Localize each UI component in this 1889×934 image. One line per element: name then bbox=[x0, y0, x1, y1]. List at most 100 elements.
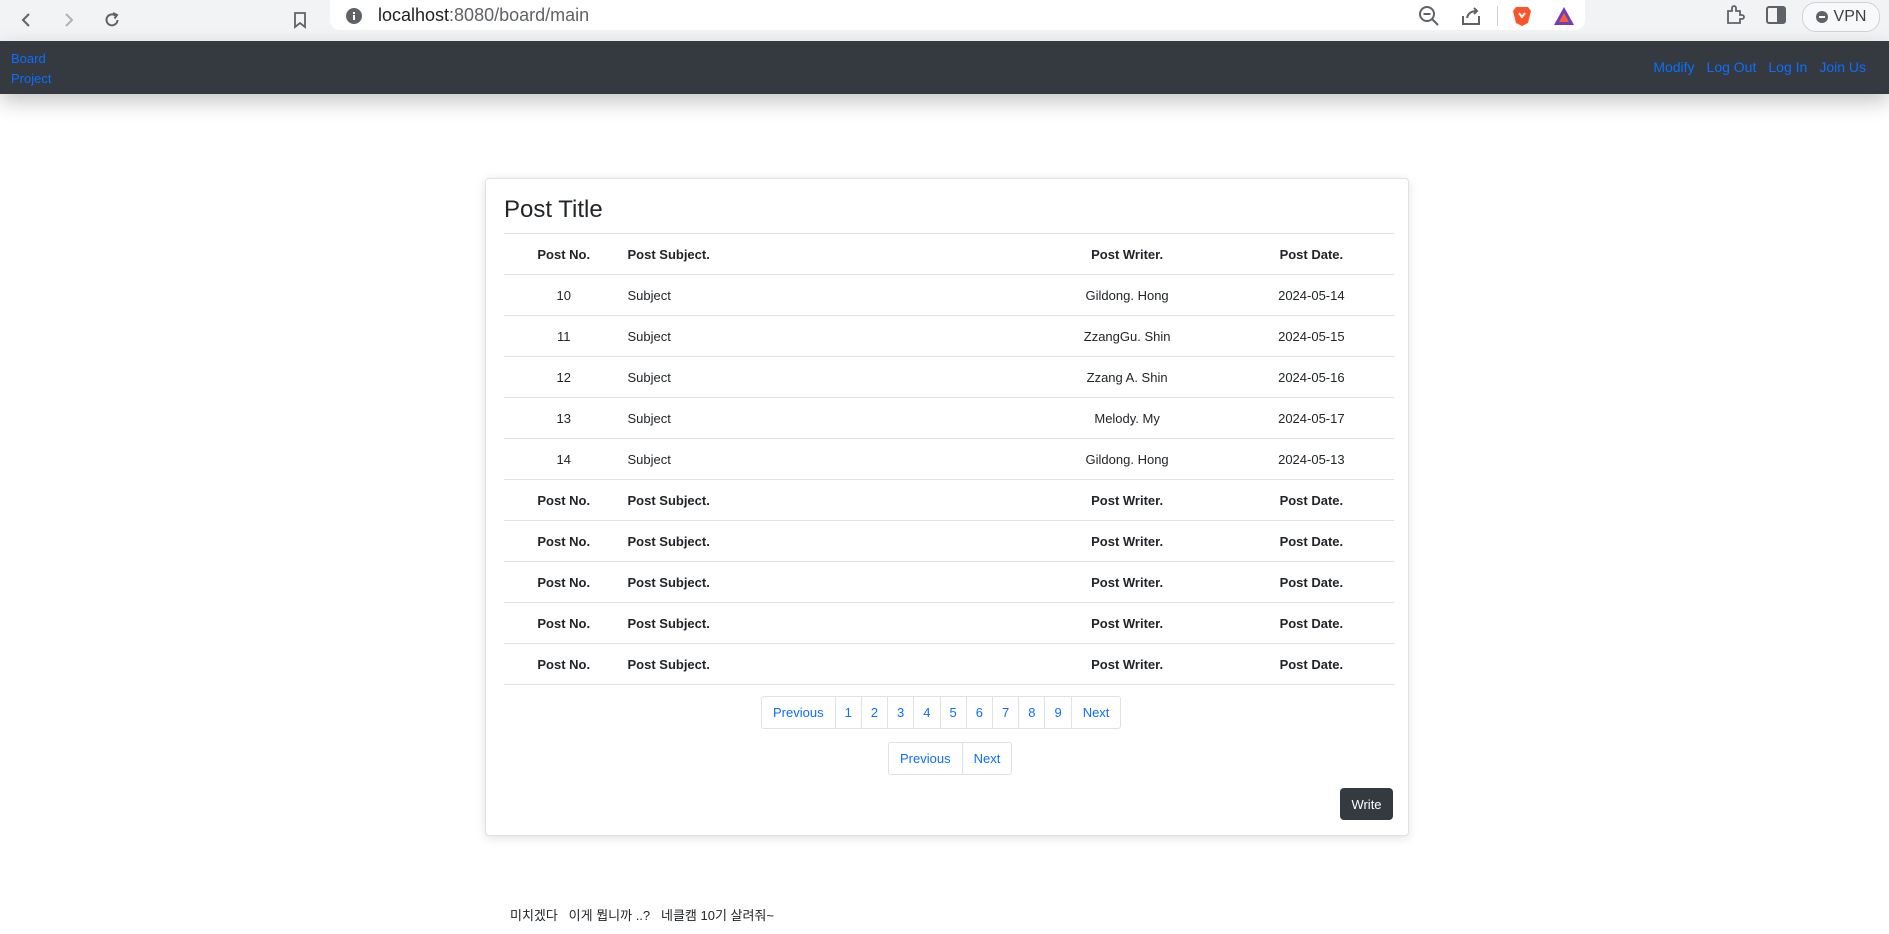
post-date: 2024-05-15 bbox=[1228, 315, 1394, 357]
footer-text: 미치겠다 이게 뭡니까 ..? 네클캠 10기 살려줘~ bbox=[510, 908, 774, 923]
column-header-no: Post No. bbox=[504, 233, 624, 275]
page-link-2[interactable]: 2 bbox=[860, 696, 889, 729]
pagination-next[interactable]: Next bbox=[1070, 696, 1122, 729]
pagination-previous[interactable]: Previous bbox=[761, 696, 836, 729]
repeated-header-writer: Post Writer. bbox=[1025, 561, 1229, 603]
pagination-simple-previous[interactable]: Previous bbox=[888, 742, 963, 775]
post-date: 2024-05-13 bbox=[1228, 438, 1394, 480]
repeated-header-subject: Post Subject. bbox=[623, 643, 1026, 685]
url-path: :8080/board/main bbox=[449, 5, 590, 25]
pagination: Previous 1 2 3 4 5 6 7 8 9 Next bbox=[761, 696, 1122, 729]
column-header-subject: Post Subject. bbox=[623, 233, 1026, 275]
pagination-simple: Previous Next bbox=[888, 742, 1013, 775]
browser-toolbar: localhost:8080/board/main VPN bbox=[0, 0, 1889, 41]
brand-line-2: Project bbox=[11, 71, 52, 86]
repeated-header-row: Post No. Post Subject. Post Writer. Post… bbox=[504, 643, 1394, 685]
repeated-header-no: Post No. bbox=[504, 479, 624, 521]
vpn-label: VPN bbox=[1833, 8, 1867, 25]
post-writer: Gildong. Hong bbox=[1025, 274, 1229, 316]
site-info-icon[interactable] bbox=[342, 4, 366, 28]
page-title: Post Title bbox=[504, 196, 603, 223]
table-header-row: Post No. Post Subject. Post Writer. Post… bbox=[504, 233, 1394, 275]
post-writer: Zzang A. Shin bbox=[1025, 356, 1229, 398]
nav-link-logout[interactable]: Log Out bbox=[1707, 59, 1757, 75]
post-subject[interactable]: Subject bbox=[623, 397, 1026, 439]
nav-link-modify[interactable]: Modify bbox=[1653, 59, 1694, 75]
page-link-9[interactable]: 9 bbox=[1044, 696, 1072, 729]
table-row[interactable]: 12 Subject Zzang A. Shin 2024-05-16 bbox=[504, 356, 1394, 398]
repeated-header-writer: Post Writer. bbox=[1025, 520, 1229, 562]
repeated-header-subject: Post Subject. bbox=[623, 561, 1026, 603]
address-bar[interactable]: localhost:8080/board/main bbox=[330, 0, 1585, 30]
back-icon[interactable] bbox=[12, 6, 40, 34]
post-no: 10 bbox=[504, 274, 624, 316]
table-row[interactable]: 13 Subject Melody. My 2024-05-17 bbox=[504, 397, 1394, 439]
post-no: 14 bbox=[504, 438, 624, 480]
repeated-header-date: Post Date. bbox=[1228, 602, 1394, 644]
post-no: 12 bbox=[504, 356, 624, 398]
post-writer: ZzangGu. Shin bbox=[1025, 315, 1229, 357]
repeated-header-date: Post Date. bbox=[1228, 479, 1394, 521]
nav-link-login[interactable]: Log In bbox=[1768, 59, 1807, 75]
page-link-1[interactable]: 1 bbox=[834, 696, 862, 729]
table-row[interactable]: 10 Subject Gildong. Hong 2024-05-14 bbox=[504, 274, 1394, 316]
page-link-4[interactable]: 4 bbox=[913, 696, 941, 729]
repeated-header-row: Post No. Post Subject. Post Writer. Post… bbox=[504, 561, 1394, 603]
post-writer: Gildong. Hong bbox=[1025, 438, 1229, 480]
repeated-header-writer: Post Writer. bbox=[1025, 602, 1229, 644]
page-link-6[interactable]: 6 bbox=[965, 696, 993, 729]
brave-rewards-icon[interactable] bbox=[1552, 4, 1576, 28]
reload-icon[interactable] bbox=[98, 6, 126, 34]
extensions-icon[interactable] bbox=[1723, 3, 1747, 27]
post-no: 11 bbox=[504, 315, 624, 357]
repeated-header-subject: Post Subject. bbox=[623, 479, 1026, 521]
nav-link-join[interactable]: Join Us bbox=[1819, 59, 1866, 75]
repeated-header-no: Post No. bbox=[504, 602, 624, 644]
post-date: 2024-05-14 bbox=[1228, 274, 1394, 316]
forward-icon[interactable] bbox=[55, 6, 83, 34]
post-subject[interactable]: Subject bbox=[623, 438, 1026, 480]
page-link-5[interactable]: 5 bbox=[939, 696, 967, 729]
share-icon[interactable] bbox=[1459, 4, 1483, 28]
repeated-header-row: Post No. Post Subject. Post Writer. Post… bbox=[504, 602, 1394, 644]
post-list-card: Post Title Post No. Post Subject. Post W… bbox=[485, 178, 1409, 836]
page-link-3[interactable]: 3 bbox=[887, 696, 915, 729]
brave-shield-icon[interactable] bbox=[1510, 4, 1534, 28]
repeated-header-no: Post No. bbox=[504, 561, 624, 603]
repeated-header-no: Post No. bbox=[504, 643, 624, 685]
post-subject[interactable]: Subject bbox=[623, 356, 1026, 398]
url-host: localhost bbox=[378, 5, 450, 25]
page-link-7[interactable]: 7 bbox=[991, 696, 1020, 729]
repeated-header-writer: Post Writer. bbox=[1025, 643, 1229, 685]
repeated-header-row: Post No. Post Subject. Post Writer. Post… bbox=[504, 479, 1394, 521]
zoom-out-icon[interactable] bbox=[1417, 4, 1441, 28]
write-button[interactable]: Write bbox=[1340, 788, 1393, 820]
column-header-writer: Post Writer. bbox=[1025, 233, 1229, 275]
repeated-header-date: Post Date. bbox=[1228, 561, 1394, 603]
bookmark-icon[interactable] bbox=[286, 6, 314, 34]
post-date: 2024-05-17 bbox=[1228, 397, 1394, 439]
pagination-simple-next[interactable]: Next bbox=[961, 742, 1013, 775]
repeated-header-row: Post No. Post Subject. Post Writer. Post… bbox=[504, 520, 1394, 562]
brand-line-1: Board bbox=[11, 51, 46, 66]
url-text[interactable]: localhost:8080/board/main bbox=[378, 5, 589, 26]
sidebar-toggle-icon[interactable] bbox=[1764, 3, 1788, 27]
vpn-status-icon bbox=[1815, 11, 1828, 23]
post-writer: Melody. My bbox=[1025, 397, 1229, 439]
repeated-header-subject: Post Subject. bbox=[623, 520, 1026, 562]
repeated-header-subject: Post Subject. bbox=[623, 602, 1026, 644]
brand-link[interactable]: Board Project bbox=[11, 49, 51, 89]
post-no: 13 bbox=[504, 397, 624, 439]
vpn-button[interactable]: VPN bbox=[1802, 2, 1880, 32]
column-header-date: Post Date. bbox=[1228, 233, 1394, 275]
post-date: 2024-05-16 bbox=[1228, 356, 1394, 398]
page-link-8[interactable]: 8 bbox=[1018, 696, 1046, 729]
post-subject[interactable]: Subject bbox=[623, 315, 1026, 357]
table-row[interactable]: 11 Subject ZzangGu. Shin 2024-05-15 bbox=[504, 315, 1394, 357]
post-subject[interactable]: Subject bbox=[623, 274, 1026, 316]
repeated-header-date: Post Date. bbox=[1228, 643, 1394, 685]
post-table: Post No. Post Subject. Post Writer. Post… bbox=[504, 233, 1394, 685]
table-row[interactable]: 14 Subject Gildong. Hong 2024-05-13 bbox=[504, 438, 1394, 480]
nav-links: Modify Log Out Log In Join Us bbox=[1653, 59, 1866, 75]
top-navbar: Board Project Modify Log Out Log In Join… bbox=[0, 41, 1889, 94]
